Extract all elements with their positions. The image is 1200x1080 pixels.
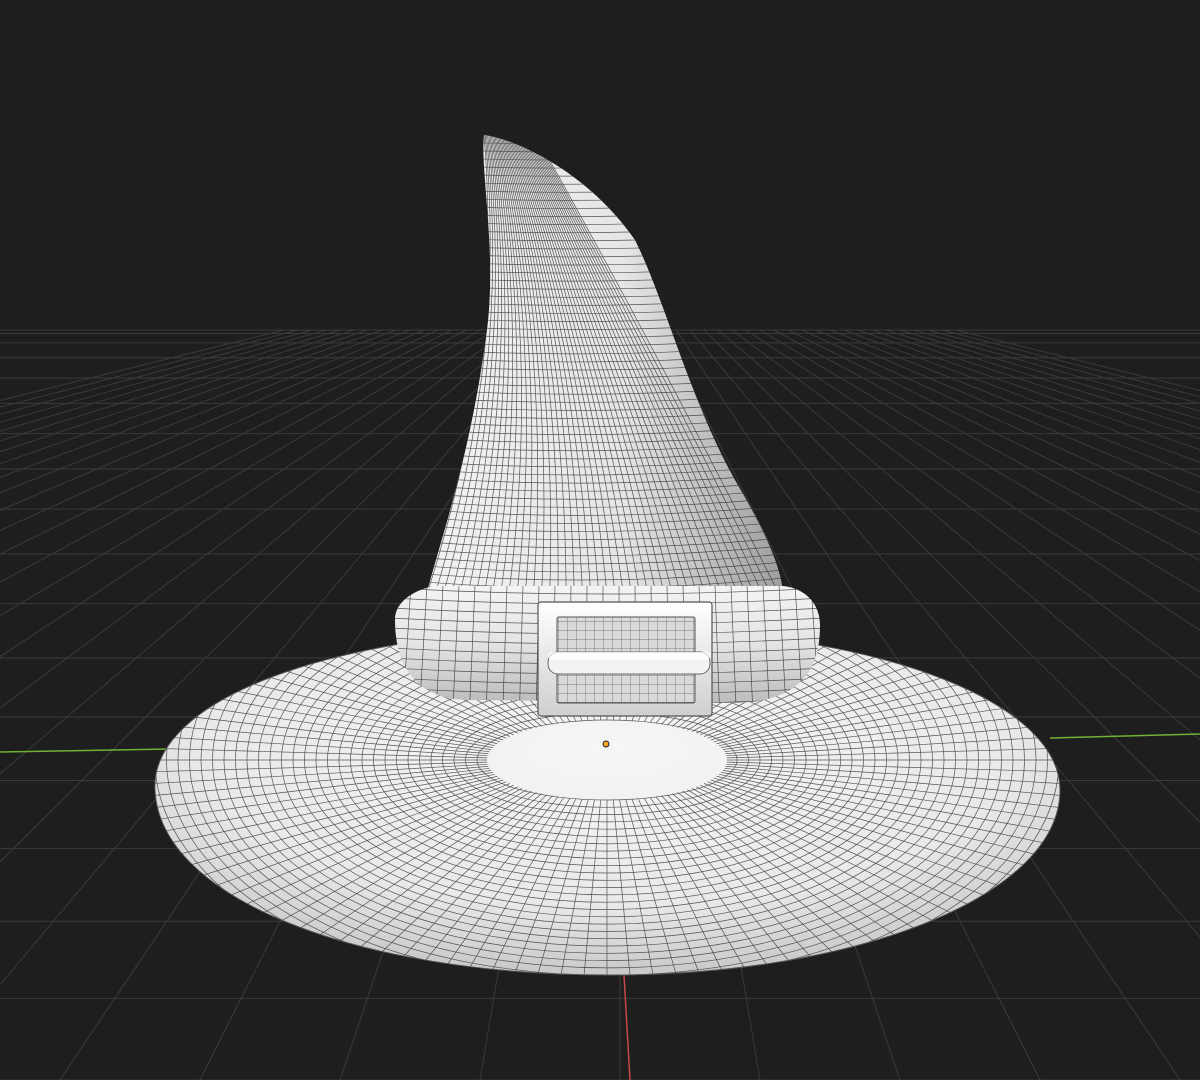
x-axis-line-right (1049, 733, 1200, 739)
witch-hat-mesh[interactable] (87, 134, 1127, 1020)
hat-cone[interactable] (400, 134, 820, 604)
object-origin-dot (602, 740, 610, 748)
x-axis-line (0, 748, 171, 753)
hat-buckle[interactable] (537, 601, 713, 717)
3d-viewport[interactable] (0, 0, 1200, 1080)
